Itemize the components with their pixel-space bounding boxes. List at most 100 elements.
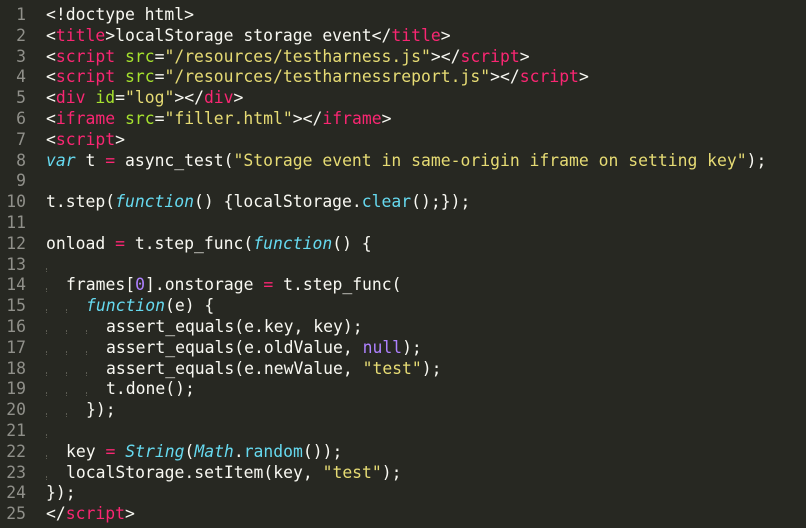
code-line[interactable]: 12 onload = t.step_func(function() { (0, 233, 806, 254)
code-token: "Storage event in same-origin iframe on … (233, 150, 747, 170)
code-text (46, 420, 66, 441)
code-token: id (95, 88, 116, 108)
code-line[interactable]: 3 <script src="/resources/testharness.js"… (0, 46, 806, 67)
code-text: <script src="/resources/testharnessrepor… (46, 66, 589, 87)
code-text: assert_equals(e.newValue, "test"); (46, 358, 442, 379)
code-token: = (154, 67, 165, 87)
code-token: ); (421, 358, 442, 378)
line-number: 10 (6, 192, 26, 212)
code-token: script (55, 46, 116, 66)
code-text: assert_equals(e.oldValue, null); (46, 337, 422, 358)
code-token: }); (86, 400, 116, 420)
code-line[interactable]: 11 (0, 212, 806, 233)
code-text: }); (46, 482, 76, 503)
code-line[interactable]: 16 assert_equals(e.key, key); (0, 316, 806, 337)
code-token: ); (381, 462, 402, 482)
code-line[interactable]: 25 </script> (0, 503, 806, 524)
code-line[interactable]: 10 t.step(function() {localStorage.clear(… (0, 191, 806, 212)
code-token: ].onstorage (144, 275, 264, 295)
code-token: script (460, 46, 520, 66)
code-line[interactable]: 15 function(e) { (0, 295, 806, 316)
code-text: <script src="/resources/testharness.js">… (46, 46, 530, 67)
code-token: "test" (362, 358, 422, 378)
code-token: > (124, 504, 135, 524)
line-number: 1 (16, 5, 26, 24)
line-number: 13 (6, 254, 26, 274)
code-line[interactable]: 13 (0, 254, 806, 275)
code-line[interactable]: 17 assert_equals(e.oldValue, null); (0, 337, 806, 358)
code-token: t.step_func( (273, 275, 402, 295)
line-number: 23 (6, 462, 26, 482)
line-number: 20 (6, 400, 26, 420)
code-token: assert_equals(e.oldValue, (106, 337, 363, 357)
code-editor[interactable]: 1 <!doctype html> 2 <title>localStorage sto… (0, 0, 806, 528)
code-token: function (86, 296, 165, 316)
code-token: title (391, 25, 441, 45)
code-line[interactable]: 1 <!doctype html> (0, 4, 806, 25)
line-number: 4 (16, 67, 26, 87)
code-text: <!doctype html> (46, 4, 194, 25)
code-line[interactable]: 6 <iframe src="filler.html"></iframe> (0, 108, 806, 129)
code-line[interactable]: 19 t.done(); (0, 378, 806, 399)
code-text (46, 254, 66, 275)
code-line[interactable]: 18 assert_equals(e.newValue, "test"); (0, 358, 806, 379)
code-token: ></ (292, 109, 323, 128)
code-text: }); (46, 399, 116, 420)
line-number: 3 (16, 46, 26, 66)
code-token: function (253, 233, 333, 253)
code-token: ></ (430, 46, 461, 66)
code-token: 0 (135, 275, 145, 295)
code-token: > (381, 109, 392, 128)
code-text: t.step(function() {localStorage.clear();… (46, 191, 470, 212)
line-number: 21 (6, 421, 26, 440)
code-token: "log" (124, 88, 175, 108)
code-token: ></ (174, 88, 204, 108)
code-token: script (519, 67, 579, 87)
code-token: "/resources/testharnessreport.js" (164, 67, 491, 87)
line-number: 24 (6, 483, 26, 503)
code-line[interactable]: 20}); (0, 399, 806, 420)
code-line[interactable]: 2 <title>localStorage storage event</titl… (0, 25, 806, 46)
code-token: var (46, 150, 76, 170)
code-token: (e) { (164, 296, 215, 316)
code-token: clear (361, 192, 412, 212)
code-token: = (263, 275, 274, 295)
code-token: localStorage.setItem(key, (66, 462, 323, 482)
code-line[interactable]: 14 frames[0].onstorage = t.step_func( (0, 274, 806, 295)
code-line[interactable]: 23 localStorage.setItem(key, "test"); (0, 462, 806, 483)
code-line[interactable]: 8 var t = async_test("Storage event in sa… (0, 150, 806, 171)
code-token: script (55, 129, 116, 149)
code-line[interactable]: 5 <div id="log"></div> (0, 87, 806, 108)
code-line[interactable]: 4 <script src="/resources/testharnessrepo… (0, 66, 806, 87)
code-token: > (115, 129, 125, 149)
code-line[interactable]: 9 (0, 170, 806, 191)
code-text: key = String(Math.random()); (46, 441, 342, 462)
code-line[interactable]: 22 key = String(Math.random()); (0, 441, 806, 462)
code-token: () {localStorage. (194, 192, 362, 212)
code-token: = (115, 233, 125, 253)
line-number: 6 (16, 109, 26, 128)
code-token: > (233, 88, 244, 108)
code-token: = (105, 150, 116, 170)
code-token: < (46, 129, 56, 149)
code-token: ); (746, 150, 767, 170)
code-line[interactable]: 24}); (0, 482, 806, 503)
code-token: t.step( (46, 192, 116, 212)
code-token: onload (46, 233, 116, 253)
line-number: 9 (16, 171, 26, 191)
code-token: > (519, 46, 530, 66)
code-line[interactable]: 7 <script> (0, 129, 806, 150)
line-number: 18 (6, 358, 26, 378)
code-token: frames[ (66, 275, 136, 295)
code-text: <div id="log"></div> (46, 87, 243, 108)
code-text: var t = async_test("Storage event in sam… (46, 150, 766, 171)
line-number: 16 (6, 317, 26, 336)
code-token: = (115, 88, 125, 108)
code-line[interactable]: 21 (0, 420, 806, 441)
code-token: < (46, 25, 56, 45)
code-token: t.done(); (106, 379, 195, 399)
